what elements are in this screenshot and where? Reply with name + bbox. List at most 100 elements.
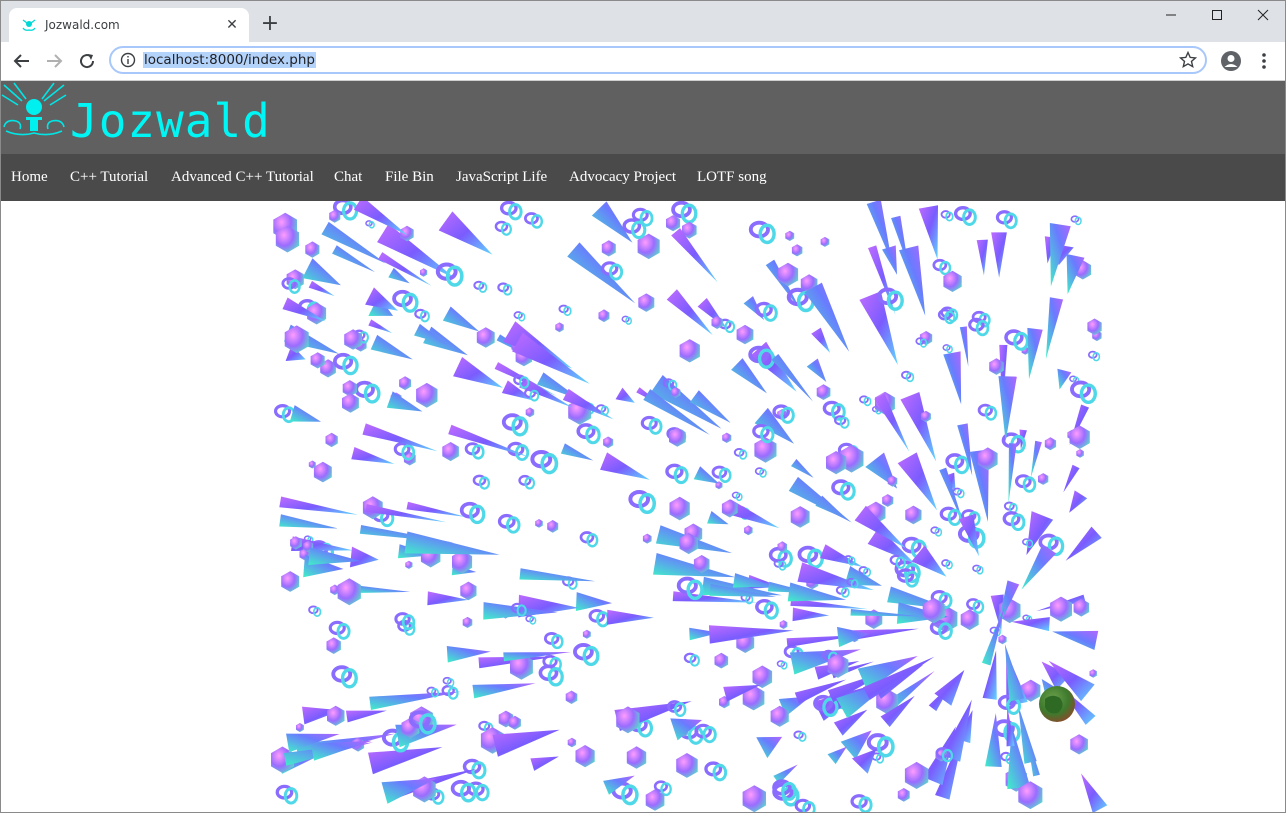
hexagon-shape xyxy=(565,690,578,704)
cone-shape xyxy=(289,405,322,422)
torus-knot-shape xyxy=(621,315,632,325)
hexagon-shape xyxy=(1070,734,1088,755)
browser-menu-icon[interactable] xyxy=(1254,50,1274,72)
hexagon-shape xyxy=(638,293,655,312)
torus-knot-shape xyxy=(513,311,526,322)
profile-avatar-icon[interactable] xyxy=(1220,50,1242,72)
hexagon-shape xyxy=(897,788,910,802)
torus-knot-shape xyxy=(794,798,816,813)
hexagon-shape xyxy=(296,723,304,733)
reload-icon[interactable] xyxy=(73,47,101,75)
torus-knot-shape xyxy=(930,526,943,537)
cone-shape xyxy=(354,585,411,594)
cone-shape xyxy=(362,423,438,452)
scene-canvas[interactable] xyxy=(0,201,1286,813)
site-title[interactable]: Jozwald xyxy=(70,93,271,149)
hexagon-shape xyxy=(1089,669,1097,678)
site-header: Jozwald xyxy=(0,81,1286,154)
cone-shape xyxy=(804,282,850,352)
torus-knot-shape xyxy=(793,730,807,742)
address-bar[interactable]: localhost:8000/index.php xyxy=(109,46,1207,74)
hexagon-shape xyxy=(525,407,535,418)
torus-knot-shape xyxy=(525,615,537,625)
hexagon-shape xyxy=(305,241,320,258)
cone-shape xyxy=(771,353,814,402)
cone-shape xyxy=(959,326,969,367)
hexagon-shape xyxy=(904,761,929,789)
cone-shape xyxy=(302,258,341,286)
torus-knot-shape xyxy=(776,660,788,670)
torus-knot-shape xyxy=(711,465,732,483)
hexagon-shape xyxy=(462,616,473,628)
window-close-icon[interactable] xyxy=(1240,0,1286,30)
back-arrow-icon[interactable] xyxy=(8,47,36,75)
new-tab-icon[interactable]: + xyxy=(258,12,282,36)
cone-shape xyxy=(472,683,536,699)
torus-knot-shape xyxy=(942,344,953,354)
torus-knot-shape xyxy=(628,490,657,515)
torus-knot-shape xyxy=(995,210,1018,230)
hexagon-shape xyxy=(399,376,412,391)
cone-shape xyxy=(1080,773,1108,813)
site-nav: Home C++ Tutorial Advanced C++ Tutorial … xyxy=(0,154,1286,201)
cone-shape xyxy=(503,651,572,662)
hexagon-shape xyxy=(575,745,595,768)
hexagon-shape xyxy=(601,240,616,257)
torus-knot-shape xyxy=(683,652,700,667)
hexagon-shape xyxy=(567,737,577,748)
cone-shape xyxy=(998,376,1017,442)
webgl-scene[interactable] xyxy=(0,201,1286,813)
nav-cpp-tutorial[interactable]: C++ Tutorial xyxy=(70,169,148,186)
cone-shape xyxy=(671,228,718,283)
cone-shape xyxy=(882,245,898,275)
nav-lotf-song[interactable]: LOTF song xyxy=(697,169,767,186)
site-logo-icon[interactable] xyxy=(0,81,68,141)
cone-shape xyxy=(615,387,635,403)
torus-knot-shape xyxy=(939,506,962,526)
info-icon[interactable] xyxy=(120,52,136,68)
torus-knot-shape xyxy=(392,289,419,313)
nav-advanced-cpp-tutorial[interactable]: Advanced C++ Tutorial xyxy=(171,169,314,186)
cone-shape xyxy=(438,211,493,255)
nav-javascript-life[interactable]: JavaScript Life xyxy=(456,169,547,186)
torus-knot-shape xyxy=(953,206,977,227)
hexagon-shape xyxy=(337,578,361,606)
torus-knot-shape xyxy=(328,620,351,640)
torus-knot-shape xyxy=(945,453,970,475)
cone-shape xyxy=(1027,327,1043,380)
nav-chat[interactable]: Chat xyxy=(334,169,362,186)
url-text[interactable]: localhost:8000/index.php xyxy=(143,52,316,68)
cone-shape xyxy=(345,710,387,723)
cone-shape xyxy=(943,351,962,405)
nav-home[interactable]: Home xyxy=(11,169,48,186)
maximize-icon[interactable] xyxy=(1194,0,1240,30)
cone-shape xyxy=(600,452,650,480)
torus-knot-shape xyxy=(694,723,717,744)
cone-shape xyxy=(349,546,379,568)
torus-knot-shape xyxy=(748,220,776,245)
torus-knot-shape xyxy=(558,304,572,317)
torus-knot-shape xyxy=(497,513,521,534)
torus-knot-shape xyxy=(543,632,564,650)
bookmark-star-icon[interactable] xyxy=(1179,51,1197,69)
hexagon-shape xyxy=(326,637,341,654)
cone-shape xyxy=(404,531,500,555)
browser-tab[interactable]: Jozwald.com ✕ xyxy=(9,8,249,42)
forward-arrow-icon[interactable] xyxy=(40,47,68,75)
tab-close-icon[interactable]: ✕ xyxy=(223,16,241,34)
cone-shape xyxy=(991,232,1007,278)
cone-shape xyxy=(1030,440,1042,478)
hexagon-shape xyxy=(1069,425,1090,449)
cone-shape xyxy=(567,242,636,304)
cone-shape xyxy=(370,334,413,360)
hexagon-shape xyxy=(669,496,690,521)
nav-file-bin[interactable]: File Bin xyxy=(385,169,434,186)
hexagon-shape xyxy=(416,382,438,408)
torus-knot-shape xyxy=(588,608,610,628)
cone-shape xyxy=(819,544,863,567)
nav-advocacy-project[interactable]: Advocacy Project xyxy=(569,169,676,186)
minimize-icon[interactable] xyxy=(1148,0,1194,30)
hexagon-shape xyxy=(476,327,495,348)
hexagon-shape xyxy=(744,525,753,536)
torus-knot-shape xyxy=(538,664,564,687)
